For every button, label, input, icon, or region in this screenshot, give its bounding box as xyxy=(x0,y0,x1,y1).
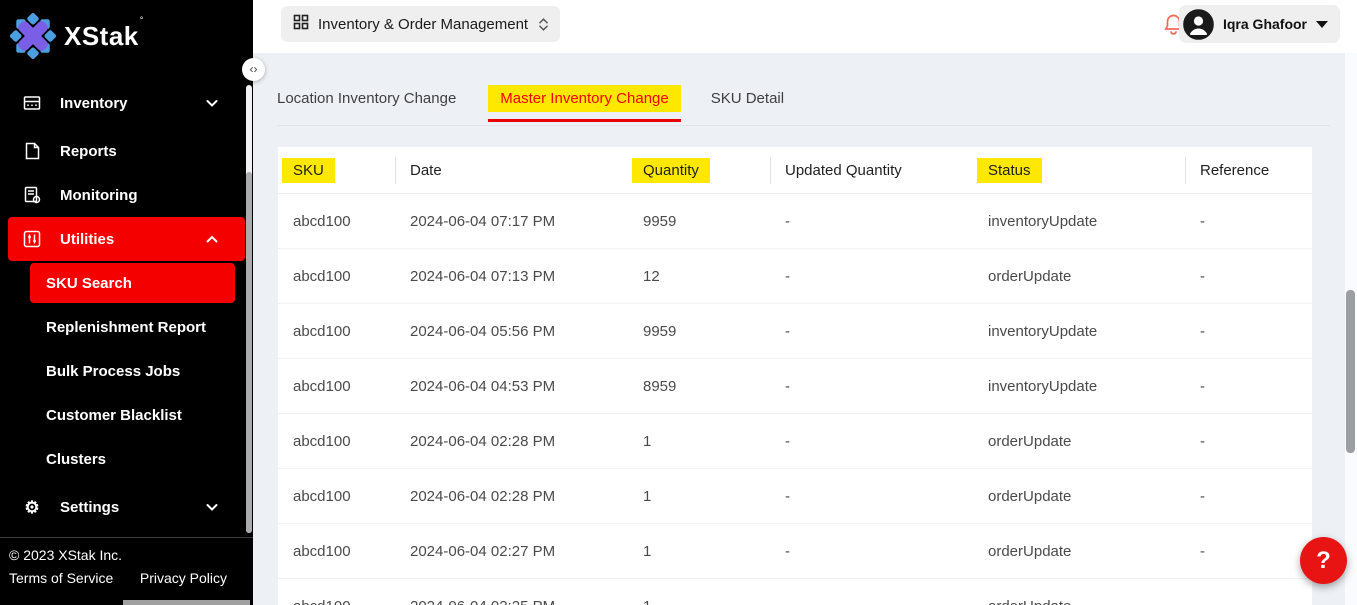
sidebar-horizontal-scrollbar[interactable] xyxy=(123,600,250,605)
monitoring-icon xyxy=(22,186,42,204)
table-row[interactable]: abcd1002024-06-04 02:28 PM 1- orderUpdat… xyxy=(278,414,1312,469)
sidebar-scrollbar-thumb[interactable] xyxy=(246,172,252,533)
copyright-text: © 2023 XStak Inc. xyxy=(9,547,243,563)
chevron-down-icon xyxy=(206,95,218,112)
tab-bar: Location Inventory Change Master Invento… xyxy=(277,85,1330,126)
tab-master-inventory-change[interactable]: Master Inventory Change xyxy=(488,85,680,112)
avatar xyxy=(1183,9,1214,40)
logo[interactable]: XStak° xyxy=(0,0,253,62)
sidebar-subitem-label: Bulk Process Jobs xyxy=(46,363,180,380)
sidebar-item-label: Inventory xyxy=(60,95,128,112)
sidebar-collapse-button[interactable]: ‹› xyxy=(242,58,265,81)
sidebar-subitem-label: Customer Blacklist xyxy=(46,407,182,424)
table-row[interactable]: abcd1002024-06-04 02:25 PM 1- orderUpdat… xyxy=(278,579,1312,605)
main-scrollbar-thumb[interactable] xyxy=(1346,290,1355,453)
privacy-policy-link[interactable]: Privacy Policy xyxy=(140,570,227,586)
column-header-date[interactable]: Date xyxy=(395,147,628,193)
topbar: Inventory & Order Management Iqra Ghafoo… xyxy=(253,0,1357,53)
logo-trademark: ° xyxy=(140,15,144,25)
user-name: Iqra Ghafoor xyxy=(1223,16,1307,32)
app-selector-label: Inventory & Order Management xyxy=(318,16,528,33)
table-row[interactable]: abcd1002024-06-04 02:27 PM 1- orderUpdat… xyxy=(278,524,1312,579)
column-header-quantity[interactable]: Quantity xyxy=(628,147,770,193)
sidebar-item-inventory[interactable]: Inventory xyxy=(0,81,253,125)
sidebar-item-monitoring[interactable]: Monitoring xyxy=(0,173,253,217)
sidebar-subitem-replenishment-report[interactable]: Replenishment Report xyxy=(0,305,253,349)
caret-down-icon xyxy=(1316,21,1328,28)
gear-icon: ⚙ xyxy=(22,499,42,516)
chevron-down-icon xyxy=(206,499,218,516)
sidebar-item-reports[interactable]: Reports xyxy=(0,129,253,173)
tab-location-inventory-change[interactable]: Location Inventory Change xyxy=(277,85,456,112)
help-button[interactable]: ? xyxy=(1300,537,1347,584)
column-header-sku[interactable]: SKU xyxy=(278,147,395,193)
sidebar-subitem-sku-search[interactable]: SKU Search xyxy=(30,263,235,303)
sidebar-item-settings[interactable]: ⚙ Settings xyxy=(0,485,253,529)
inventory-icon xyxy=(22,94,42,112)
table-row[interactable]: abcd1002024-06-04 05:56 PM 9959- invento… xyxy=(278,304,1312,359)
column-header-status[interactable]: Status xyxy=(973,147,1185,193)
terms-of-service-link[interactable]: Terms of Service xyxy=(9,570,113,586)
grid-icon xyxy=(293,14,309,34)
sidebar-footer: © 2023 XStak Inc. Terms of Service Priva… xyxy=(0,537,253,600)
user-menu-button[interactable]: Iqra Ghafoor xyxy=(1179,5,1340,43)
sidebar-item-utilities[interactable]: Utilities xyxy=(8,217,245,261)
chevron-up-icon xyxy=(206,231,218,248)
table-row[interactable]: abcd1002024-06-04 07:13 PM 12- orderUpda… xyxy=(278,249,1312,304)
sidebar-subitem-customer-blacklist[interactable]: Customer Blacklist xyxy=(0,393,253,437)
logo-text: XStak xyxy=(64,21,139,51)
inventory-change-table: SKU Date Quantity Updated Quantity Statu… xyxy=(278,147,1312,605)
tab-sku-detail[interactable]: SKU Detail xyxy=(711,85,784,112)
sidebar-subitem-label: SKU Search xyxy=(46,275,132,292)
table-row[interactable]: abcd1002024-06-04 07:17 PM 9959- invento… xyxy=(278,194,1312,249)
table-row[interactable]: abcd1002024-06-04 04:53 PM 8959- invento… xyxy=(278,359,1312,414)
sidebar-subitem-label: Replenishment Report xyxy=(46,319,206,336)
column-header-updated-quantity[interactable]: Updated Quantity xyxy=(770,147,973,193)
sidebar-nav: Inventory Reports Monitoring xyxy=(0,81,253,529)
table-row[interactable]: abcd1002024-06-04 02:28 PM 1- orderUpdat… xyxy=(278,469,1312,524)
reports-icon xyxy=(22,142,42,160)
sidebar-item-label: Reports xyxy=(60,143,117,160)
sidebar-item-label: Settings xyxy=(60,499,119,516)
sidebar-item-label: Monitoring xyxy=(60,187,137,204)
sidebar-subitem-label: Clusters xyxy=(46,451,106,468)
main-content: ‹› Location Inventory Change Master Inve… xyxy=(253,53,1357,605)
sidebar-subitem-bulk-process-jobs[interactable]: Bulk Process Jobs xyxy=(0,349,253,393)
sidebar: XStak° Inventory Reports xyxy=(0,0,253,605)
xstak-logo-icon xyxy=(10,13,56,59)
app-selector-button[interactable]: Inventory & Order Management xyxy=(281,6,560,42)
sidebar-item-label: Utilities xyxy=(60,231,114,248)
utilities-icon xyxy=(22,230,42,248)
sort-chevrons-icon xyxy=(539,18,548,31)
table-header-row: SKU Date Quantity Updated Quantity Statu… xyxy=(278,147,1312,194)
column-header-reference[interactable]: Reference xyxy=(1185,147,1312,193)
sidebar-subitem-clusters[interactable]: Clusters xyxy=(0,437,253,481)
